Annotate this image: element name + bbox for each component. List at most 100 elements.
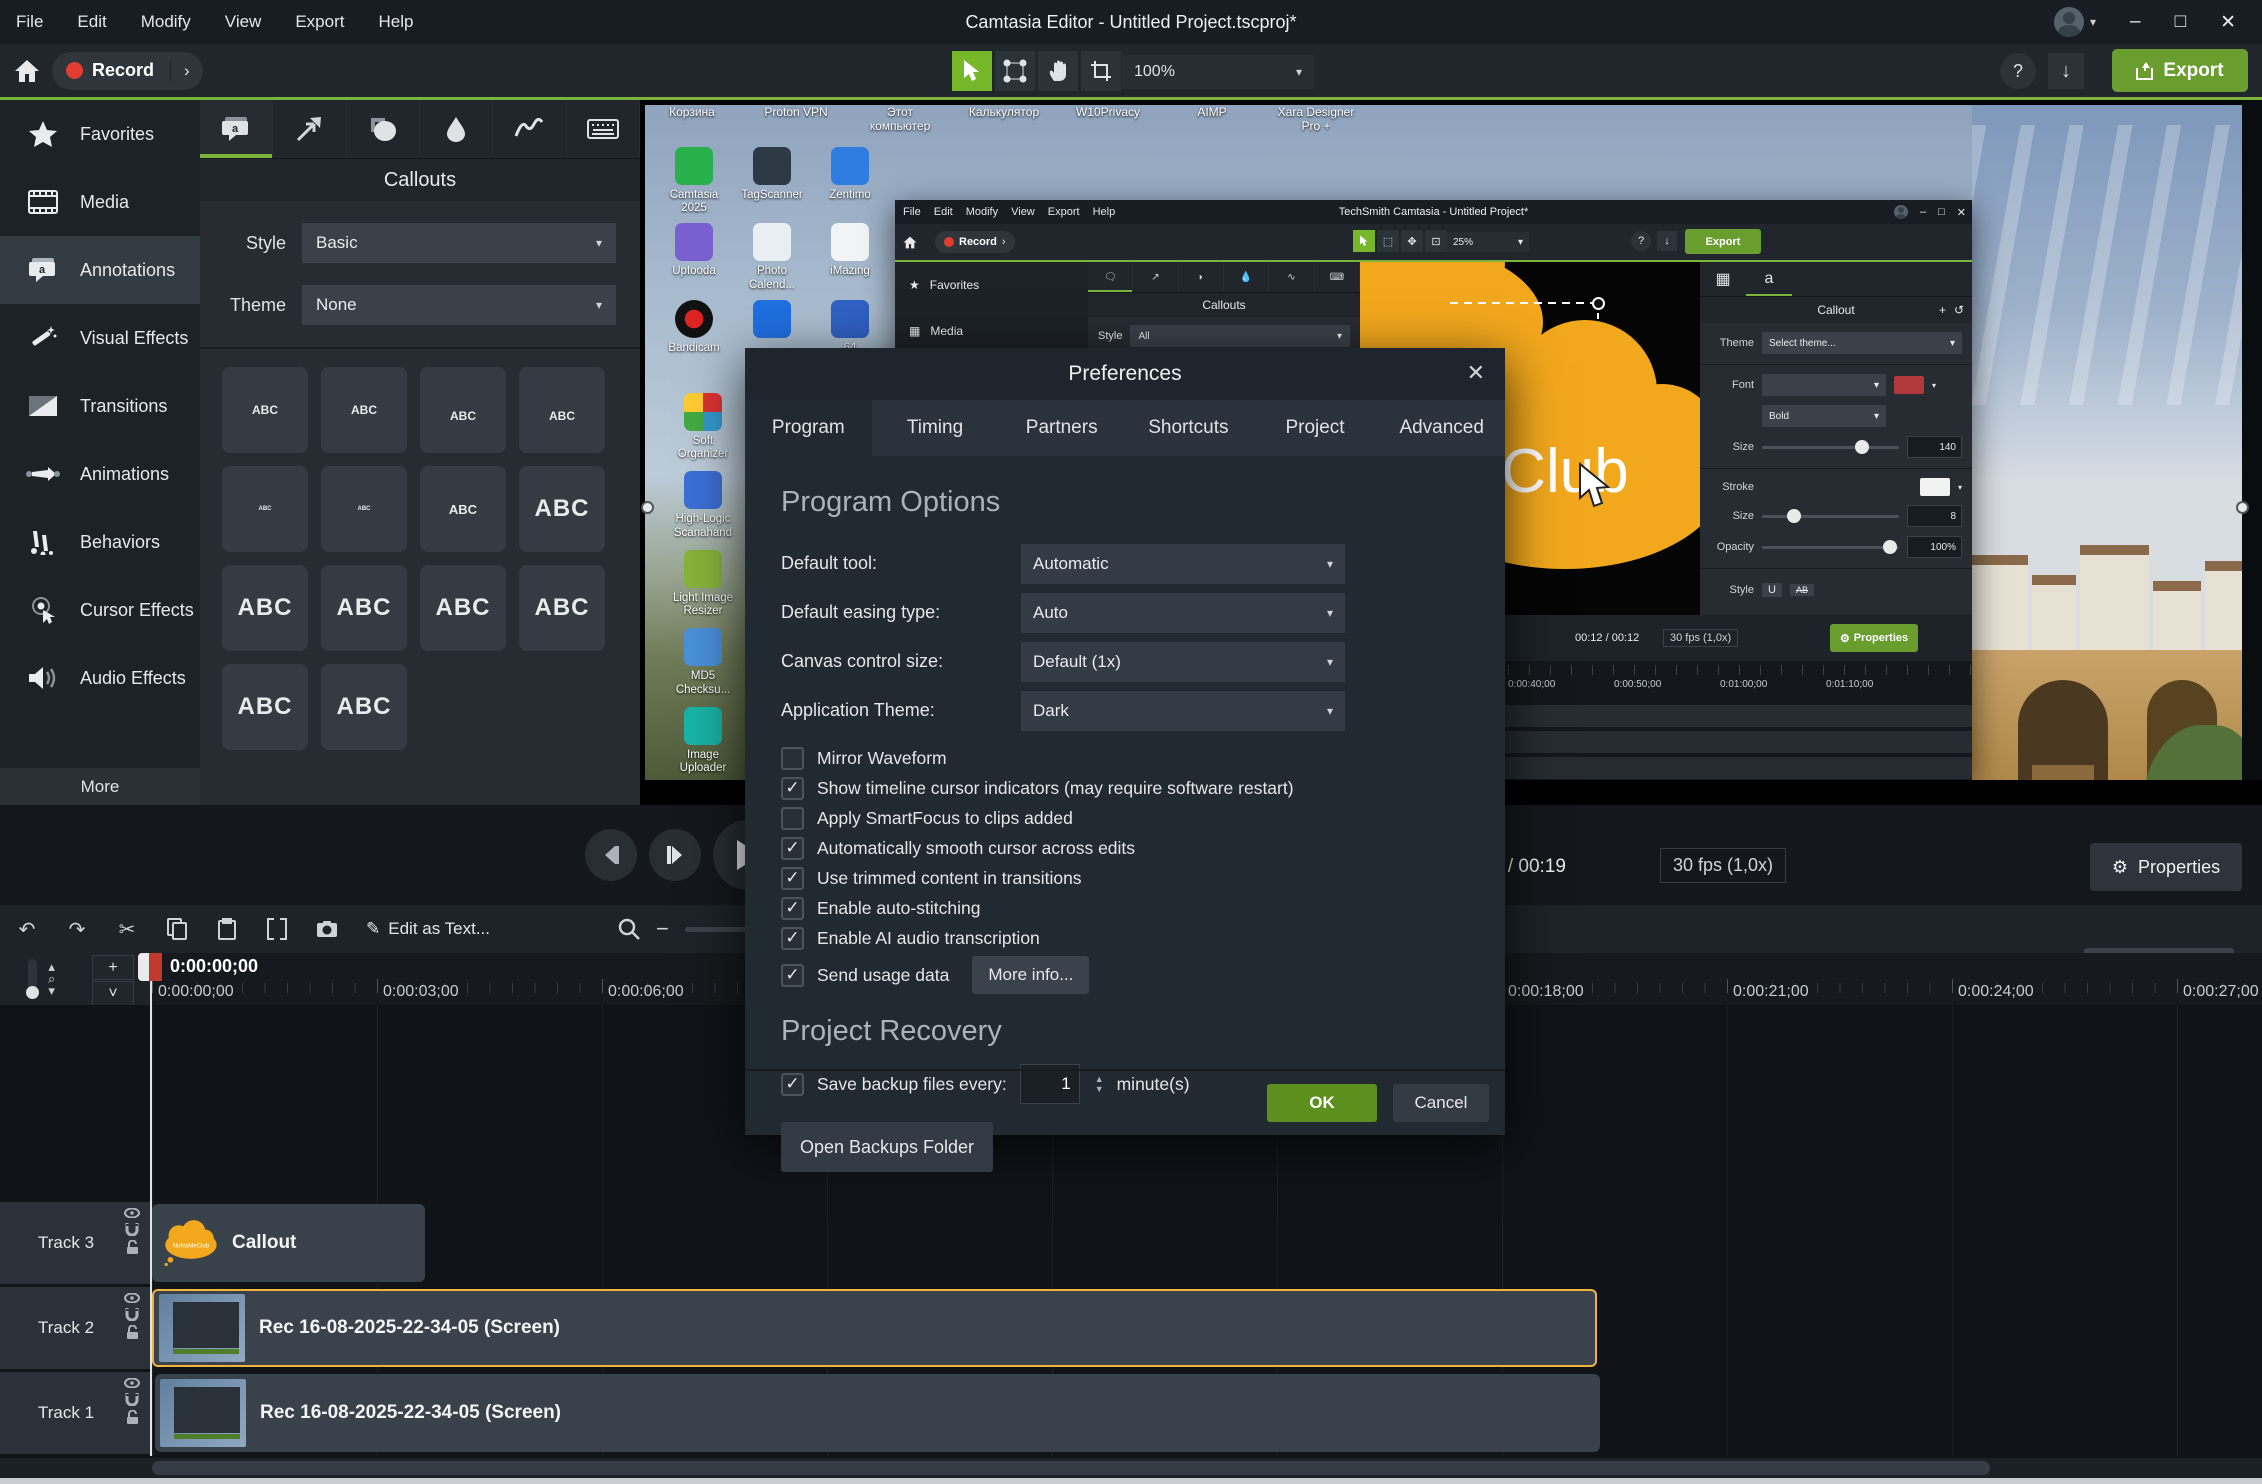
callout-clip[interactable]: NoNaMeClub Callout <box>152 1204 425 1282</box>
callout-thumbnail[interactable]: ABC <box>519 565 605 651</box>
checkbox-auto-stitching[interactable]: ✓Enable auto-stitching <box>781 893 1469 923</box>
sidebar-item-media[interactable]: Media <box>0 168 200 236</box>
tab-callouts[interactable]: a <box>200 100 273 158</box>
dialog-tab[interactable]: Advanced <box>1378 400 1505 456</box>
previous-frame-button[interactable] <box>585 829 637 881</box>
callout-thumbnail[interactable]: ABC <box>321 466 407 552</box>
callout-thumbnail[interactable]: ABC <box>420 565 506 651</box>
checkbox-send-usage-data[interactable]: ✓Send usage data More info... <box>781 953 1469 997</box>
add-track-button[interactable]: + <box>92 955 134 980</box>
track-header[interactable]: Track 2 <box>0 1287 150 1369</box>
callout-thumbnail[interactable]: ABC <box>222 664 308 750</box>
menu-item[interactable]: File <box>16 12 43 32</box>
sidebar-item-annotations[interactable]: a Annotations <box>0 236 200 304</box>
menu-item[interactable]: Help <box>378 12 413 32</box>
dialog-tab[interactable]: Program <box>745 400 872 456</box>
checkbox-mirror-waveform[interactable]: Mirror Waveform <box>781 743 1469 773</box>
tab-arrows[interactable] <box>273 100 346 158</box>
cut-button[interactable]: ✂ <box>106 912 148 946</box>
style-select[interactable]: Basic▾ <box>302 223 616 263</box>
tab-shapes[interactable] <box>347 100 420 158</box>
track-header[interactable]: Track 3 <box>0 1202 150 1284</box>
undo-button[interactable]: ↶ <box>6 912 48 946</box>
callout-thumbnail[interactable]: ABC <box>519 367 605 453</box>
sidebar-item-favorites[interactable]: Favorites <box>0 100 200 168</box>
redo-button[interactable]: ↷ <box>56 912 98 946</box>
lock-track-icon[interactable] <box>126 1325 139 1340</box>
sidebar-item-behaviors[interactable]: Behaviors <box>0 508 200 576</box>
callout-thumbnail[interactable]: ABC <box>420 466 506 552</box>
transform-tool-button[interactable] <box>995 51 1035 91</box>
sidebar-item-cursor-effects[interactable]: Cursor Effects <box>0 576 200 644</box>
pan-tool-button[interactable] <box>1038 51 1078 91</box>
default-tool-select[interactable]: Automatic▾ <box>1021 544 1345 584</box>
hide-track-icon[interactable] <box>124 1378 140 1388</box>
dialog-tab[interactable]: Partners <box>998 400 1125 456</box>
properties-button[interactable]: ⚙Properties <box>2090 843 2242 891</box>
scrollbar-thumb[interactable] <box>152 1461 1990 1475</box>
callout-thumbnail[interactable]: ABC <box>222 565 308 651</box>
callout-thumbnail[interactable]: ABC <box>321 664 407 750</box>
cancel-button[interactable]: Cancel <box>1393 1084 1489 1122</box>
callout-thumbnail[interactable]: ABC <box>519 466 605 552</box>
checkbox-smartfocus[interactable]: Apply SmartFocus to clips added <box>781 803 1469 833</box>
maximize-button[interactable]: □ <box>2175 11 2186 33</box>
screen-recording-clip-selected[interactable]: Rec 16-08-2025-22-34-05 (Screen) <box>152 1289 1597 1367</box>
tab-sketch-motion[interactable] <box>493 100 566 158</box>
lock-track-icon[interactable] <box>126 1410 139 1425</box>
close-button[interactable]: ✕ <box>2220 11 2236 34</box>
selection-handle-right[interactable] <box>2236 501 2249 514</box>
application-theme-select[interactable]: Dark▾ <box>1021 691 1345 731</box>
export-button[interactable]: Export <box>2112 49 2248 92</box>
canvas-zoom-select[interactable]: 100%▾ <box>1122 55 1314 89</box>
hide-track-icon[interactable] <box>124 1208 140 1218</box>
default-easing-select[interactable]: Auto▾ <box>1021 593 1345 633</box>
edit-as-text-button[interactable]: ✎ Edit as Text... <box>356 919 500 939</box>
callout-thumbnail[interactable]: ABC <box>420 367 506 453</box>
magnet-track-icon[interactable] <box>125 1222 139 1236</box>
selection-handle-left[interactable] <box>641 501 654 514</box>
paste-button[interactable] <box>206 912 248 946</box>
callout-thumbnail[interactable]: ABC <box>222 367 308 453</box>
checkbox-ai-transcription[interactable]: ✓Enable AI audio transcription <box>781 923 1469 953</box>
tab-blur[interactable] <box>420 100 493 158</box>
help-button[interactable]: ? <box>2000 53 2036 89</box>
checkbox-smooth-cursor[interactable]: ✓Automatically smooth cursor across edit… <box>781 833 1469 863</box>
callout-thumbnail[interactable]: ABC <box>222 466 308 552</box>
select-tool-button[interactable] <box>952 51 992 91</box>
dialog-close-button[interactable]: ✕ <box>1467 360 1485 386</box>
account-avatar[interactable]: ▾ <box>2054 7 2096 37</box>
screenshot-button[interactable] <box>306 912 348 946</box>
checkbox-timeline-cursor-indicators[interactable]: ✓Show timeline cursor indicators (may re… <box>781 773 1469 803</box>
zoom-out-button[interactable]: − <box>656 916 669 942</box>
menu-item[interactable]: Modify <box>141 12 191 32</box>
record-options-chevron[interactable]: › <box>171 61 203 81</box>
playhead-marker[interactable] <box>149 953 162 981</box>
tab-keystroke[interactable] <box>567 100 640 158</box>
copy-button[interactable] <box>156 912 198 946</box>
playhead-flag[interactable] <box>138 953 149 981</box>
sidebar-item-animations[interactable]: Animations <box>0 440 200 508</box>
download-button[interactable]: ↓ <box>2048 53 2084 89</box>
checkbox-trimmed-content[interactable]: ✓Use trimmed content in transitions <box>781 863 1469 893</box>
collapse-tracks-button[interactable]: ˅ <box>92 981 134 1006</box>
minimize-button[interactable]: – <box>2130 11 2141 33</box>
timeline-horizontal-scrollbar[interactable] <box>0 1458 2262 1478</box>
sidebar-item-transitions[interactable]: Transitions <box>0 372 200 440</box>
dialog-tab[interactable]: Timing <box>872 400 999 456</box>
more-info-button[interactable]: More info... <box>972 956 1089 994</box>
menu-item[interactable]: Export <box>295 12 344 32</box>
screen-recording-clip[interactable]: Rec 16-08-2025-22-34-05 (Screen) <box>155 1374 1600 1452</box>
magnet-track-icon[interactable] <box>125 1392 139 1406</box>
theme-select[interactable]: None▾ <box>302 285 616 325</box>
bridge-photo-media[interactable] <box>1972 105 2242 780</box>
magnet-track-icon[interactable] <box>125 1307 139 1321</box>
sidebar-item-visual-effects[interactable]: Visual Effects <box>0 304 200 372</box>
crop-tool-button[interactable] <box>1081 51 1121 91</box>
track-height-slider[interactable] <box>28 959 37 999</box>
menu-item[interactable]: Edit <box>77 12 106 32</box>
ok-button[interactable]: OK <box>1267 1084 1377 1122</box>
playhead-line[interactable] <box>150 981 152 1456</box>
home-icon[interactable] <box>14 59 40 83</box>
split-button[interactable] <box>256 912 298 946</box>
